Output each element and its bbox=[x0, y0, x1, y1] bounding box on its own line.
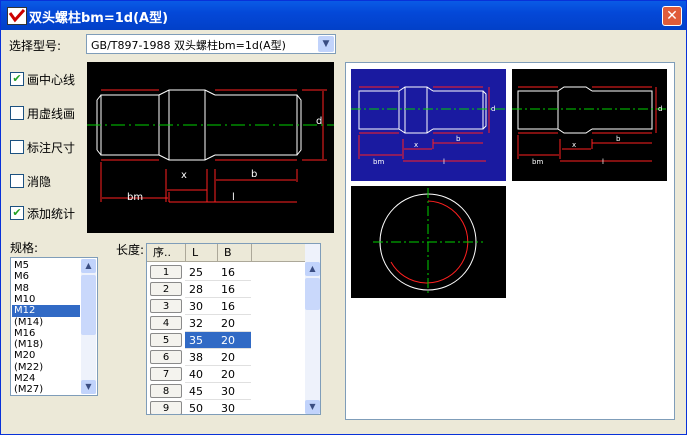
row-select-button[interactable]: 1 bbox=[150, 265, 182, 279]
length-grid[interactable]: 序.. L B ▲ ▼ 1 25 16 2 28 16 3 30 16 4 32 20 5 35 20 6 38… bbox=[146, 243, 321, 415]
stud-view-thumbnail: bm x b l d bbox=[351, 86, 506, 166]
title-bar[interactable]: 双头螺柱bm=1d(A型) ✕ bbox=[1, 1, 686, 30]
table-cell-l[interactable]: 25 bbox=[185, 264, 217, 281]
close-button[interactable]: ✕ bbox=[662, 6, 682, 26]
row-select-button[interactable]: 4 bbox=[150, 316, 182, 330]
table-cell-l[interactable]: 50 bbox=[185, 400, 217, 414]
app-icon bbox=[7, 7, 27, 25]
table-cell-b[interactable]: 16 bbox=[217, 264, 251, 281]
thumb-a-x: x bbox=[414, 141, 418, 149]
table-cell-b[interactable]: 30 bbox=[217, 383, 251, 400]
spec-item[interactable]: (M27) bbox=[12, 384, 80, 395]
row-select-button[interactable]: 9 bbox=[150, 401, 182, 414]
spec-item[interactable]: M12 bbox=[12, 305, 80, 318]
preview-panel: bm x b l d bm x b l d bbox=[345, 62, 675, 420]
dim-x-label: x bbox=[181, 170, 187, 181]
check-icon[interactable] bbox=[10, 140, 24, 154]
thumb-b-x: x bbox=[572, 141, 576, 149]
spec-item[interactable]: M8 bbox=[12, 283, 80, 295]
row-select-button[interactable]: 5 bbox=[150, 333, 182, 347]
table-cell-l[interactable]: 40 bbox=[185, 366, 217, 383]
table-cell-l[interactable]: 30 bbox=[185, 298, 217, 315]
table-cell-l[interactable]: 28 bbox=[185, 281, 217, 298]
dialog-window: 双头螺柱bm=1d(A型) ✕ 选择型号: GB/T897-1988 双头螺柱b… bbox=[0, 0, 687, 435]
thumb-a-b: b bbox=[456, 135, 461, 143]
column-header-b[interactable]: B bbox=[217, 244, 251, 262]
scroll-thumb[interactable] bbox=[81, 275, 96, 335]
scroll-up-icon[interactable]: ▲ bbox=[305, 262, 320, 276]
spec-item[interactable]: M5 bbox=[12, 260, 80, 272]
table-cell-b[interactable]: 30 bbox=[217, 400, 251, 414]
end-view-circle bbox=[373, 188, 483, 296]
row-select-button[interactable]: 3 bbox=[150, 299, 182, 313]
window-title: 双头螺柱bm=1d(A型) bbox=[29, 11, 169, 26]
spec-scrollbar[interactable]: ▲ ▼ bbox=[81, 259, 96, 394]
spec-listbox[interactable]: (M27) M24 (M22) M20 (M18) M16 (M14) M12 M10 M8 M6 M… bbox=[10, 257, 98, 396]
table-cell-b[interactable]: 20 bbox=[217, 366, 251, 383]
thumb-b-bm: bm bbox=[532, 158, 543, 166]
row-select-button[interactable]: 6 bbox=[150, 350, 182, 364]
spec-item[interactable]: M24 bbox=[12, 373, 80, 385]
stud-bolt-drawing: d x b bm l bbox=[87, 89, 334, 203]
table-cell-l[interactable]: 38 bbox=[185, 349, 217, 366]
thumb-a-l: l bbox=[443, 158, 445, 166]
scroll-down-icon[interactable]: ▼ bbox=[81, 380, 96, 394]
row-select-button[interactable]: 2 bbox=[150, 282, 182, 296]
dim-d-label: d bbox=[316, 116, 322, 127]
thumb-b-l: l bbox=[602, 158, 604, 166]
table-cell-b[interactable]: 16 bbox=[217, 298, 251, 315]
row-select-button[interactable]: 7 bbox=[150, 367, 182, 381]
table-cell-l[interactable]: 32 bbox=[185, 315, 217, 332]
check-icon[interactable] bbox=[10, 174, 24, 188]
spec-item[interactable]: (M14) bbox=[12, 317, 80, 329]
dim-bm-label: bm bbox=[127, 192, 143, 203]
thumb-a-bm: bm bbox=[373, 158, 384, 166]
thumb-b-d: d bbox=[658, 105, 662, 113]
dim-b-label: b bbox=[251, 169, 257, 180]
check-icon[interactable]: ✔ bbox=[10, 72, 24, 86]
thumbnail-end-view[interactable] bbox=[351, 186, 506, 298]
dim-l-label: l bbox=[232, 192, 235, 203]
thumb-b-b: b bbox=[616, 135, 621, 143]
spec-item[interactable]: M10 bbox=[12, 294, 80, 306]
length-label: 长度: bbox=[116, 243, 145, 257]
main-drawing-canvas: d x b bm l bbox=[87, 62, 334, 233]
column-header-no[interactable]: 序.. bbox=[147, 244, 185, 262]
table-cell-l[interactable]: 35 bbox=[185, 332, 217, 349]
table-cell-b[interactable]: 20 bbox=[217, 332, 251, 349]
thumb-a-d: d bbox=[491, 105, 495, 113]
scroll-thumb[interactable] bbox=[305, 278, 320, 310]
thumbnail-stud-selected[interactable]: bm x b l d bbox=[351, 69, 506, 181]
stud-view-thumbnail: bm x b l d bbox=[512, 86, 667, 166]
model-select[interactable]: GB/T897-1988 双头螺柱bm=1d(A型) ▼ bbox=[86, 34, 336, 54]
spec-item[interactable]: M20 bbox=[12, 350, 80, 362]
chevron-down-icon[interactable]: ▼ bbox=[318, 36, 334, 52]
table-cell-b[interactable]: 16 bbox=[217, 281, 251, 298]
close-icon: ✕ bbox=[666, 8, 678, 24]
scroll-down-icon[interactable]: ▼ bbox=[305, 400, 320, 414]
spec-item[interactable]: (M18) bbox=[12, 339, 80, 351]
check-icon[interactable] bbox=[10, 106, 24, 120]
spec-item[interactable]: (M22) bbox=[12, 362, 80, 374]
table-cell-b[interactable]: 20 bbox=[217, 349, 251, 366]
scroll-up-icon[interactable]: ▲ bbox=[81, 259, 96, 273]
thumbnail-stud-alt[interactable]: bm x b l d bbox=[512, 69, 667, 181]
row-select-button[interactable]: 8 bbox=[150, 384, 182, 398]
check-icon[interactable]: ✔ bbox=[10, 206, 24, 220]
spec-item[interactable]: M6 bbox=[12, 271, 80, 283]
model-select-value: GB/T897-1988 双头螺柱bm=1d(A型) bbox=[91, 39, 286, 52]
table-cell-b[interactable]: 20 bbox=[217, 315, 251, 332]
table-cell-l[interactable]: 45 bbox=[185, 383, 217, 400]
column-header-empty bbox=[251, 244, 306, 262]
length-scrollbar[interactable]: ▲ ▼ bbox=[305, 244, 320, 414]
spec-label: 规格: bbox=[10, 241, 39, 255]
model-label: 选择型号: bbox=[9, 39, 62, 53]
column-header-l[interactable]: L bbox=[185, 244, 217, 262]
spec-item[interactable]: M16 bbox=[12, 328, 80, 340]
